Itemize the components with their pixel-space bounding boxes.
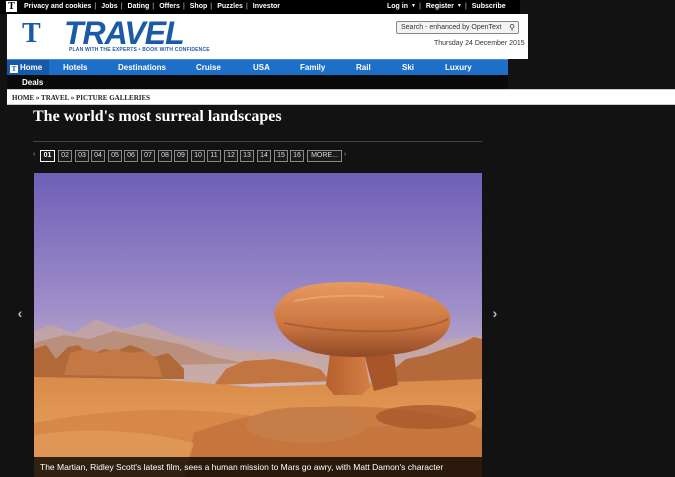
pager-page-08[interactable]: 08	[158, 150, 172, 162]
pager-page-06[interactable]: 06	[124, 150, 138, 162]
gallery-photo[interactable]	[34, 173, 482, 477]
register-link[interactable]: Register ▼	[426, 3, 462, 10]
pager-page-12[interactable]: 12	[224, 150, 238, 162]
desert-landscape-image	[34, 173, 482, 477]
breadcrumb-home[interactable]: HOME	[12, 94, 34, 102]
search-icon[interactable]: ⚲	[509, 23, 515, 32]
nav-usa[interactable]: USA	[253, 63, 270, 72]
breadcrumb: HOME » TRAVEL » PICTURE GALLERIES	[12, 94, 150, 102]
telegraph-mini-logo[interactable]: T	[6, 1, 17, 12]
pager-page-11[interactable]: 11	[207, 150, 221, 162]
pager-page-01[interactable]: 01	[40, 150, 55, 162]
photo-caption: The Martian, Ridley Scott's latest film,…	[34, 457, 482, 477]
nav-hotels[interactable]: Hotels	[63, 63, 87, 72]
jobs-link[interactable]: Jobs	[101, 3, 117, 10]
search-input[interactable]: Search - enhanced by OpenText ⚲	[396, 21, 519, 34]
pager-page-16[interactable]: 16	[290, 150, 304, 162]
sub-nav: Deals	[7, 75, 508, 89]
breadcrumb-separator: »	[35, 94, 40, 102]
breadcrumb-picture-galleries[interactable]: PICTURE GALLERIES	[76, 94, 150, 102]
login-link[interactable]: Log in ▼	[387, 3, 416, 10]
search-placeholder: Search - enhanced by OpenText	[401, 24, 502, 31]
nav-cruise[interactable]: Cruise	[196, 63, 221, 72]
pager-more-button[interactable]: MORE...	[307, 150, 342, 162]
telegraph-t-logo[interactable]: T	[22, 20, 41, 48]
telegraph-home-icon: T	[10, 65, 18, 73]
top-utility-bar: T Privacy and cookies | Jobs | Dating | Off…	[0, 0, 520, 14]
main-nav: T Home Hotels Destinations Cruise USA Fam…	[7, 59, 508, 75]
pager-page-10[interactable]: 10	[191, 150, 205, 162]
pager-page-04[interactable]: 04	[91, 150, 105, 162]
pager-page-14[interactable]: 14	[257, 150, 271, 162]
page-title: The world's most surreal landscapes	[33, 108, 282, 125]
tagline: PLAN WITH THE EXPERTS • BOOK WITH CONFID…	[69, 47, 210, 53]
nav-rail[interactable]: Rail	[356, 63, 371, 72]
pager-next-icon[interactable]: ›	[344, 151, 346, 158]
offers-link[interactable]: Offers	[159, 3, 180, 10]
title-divider	[33, 141, 482, 142]
breadcrumb-travel[interactable]: TRAVEL	[41, 94, 69, 102]
nav-luxury[interactable]: Luxury	[445, 63, 472, 72]
nav-destinations[interactable]: Destinations	[118, 63, 166, 72]
nav-deals[interactable]: Deals	[22, 78, 43, 87]
shop-link[interactable]: Shop	[190, 3, 208, 10]
pager-page-02[interactable]: 02	[58, 150, 72, 162]
utility-links: Privacy and cookies | Jobs | Dating | Offer…	[24, 3, 281, 10]
puzzles-link[interactable]: Puzzles	[217, 3, 243, 10]
privacy-cookies-link[interactable]: Privacy and cookies	[24, 3, 91, 10]
nav-home[interactable]: T Home	[7, 60, 49, 75]
pager-page-13[interactable]: 13	[240, 150, 254, 162]
masthead: T TRAVEL PLAN WITH THE EXPERTS • BOOK WI…	[7, 14, 528, 59]
travel-logo[interactable]: TRAVEL	[64, 17, 185, 49]
pager-prev-icon[interactable]: ‹	[33, 151, 35, 158]
investor-link[interactable]: Investor	[253, 3, 280, 10]
current-date: Thursday 24 December 2015	[434, 40, 525, 47]
caret-down-icon: ▼	[411, 3, 416, 9]
subscribe-link[interactable]: Subscribe	[472, 3, 506, 10]
pager-page-15[interactable]: 15	[274, 150, 288, 162]
account-links: Log in ▼ | Register ▼ | Subscribe	[387, 3, 506, 10]
gallery-prev-arrow-icon[interactable]: ‹	[14, 305, 26, 321]
breadcrumb-bar: HOME » TRAVEL » PICTURE GALLERIES	[7, 89, 675, 105]
breadcrumb-separator: »	[70, 94, 75, 102]
nav-family[interactable]: Family	[300, 63, 325, 72]
nav-ski[interactable]: Ski	[402, 63, 414, 72]
caret-down-icon: ▼	[456, 3, 462, 9]
pager-page-07[interactable]: 07	[141, 150, 155, 162]
pager-page-09[interactable]: 09	[174, 150, 188, 162]
pager-page-03[interactable]: 03	[75, 150, 89, 162]
dating-link[interactable]: Dating	[128, 3, 150, 10]
gallery-next-arrow-icon[interactable]: ›	[489, 305, 501, 321]
pager-page-05[interactable]: 05	[108, 150, 122, 162]
